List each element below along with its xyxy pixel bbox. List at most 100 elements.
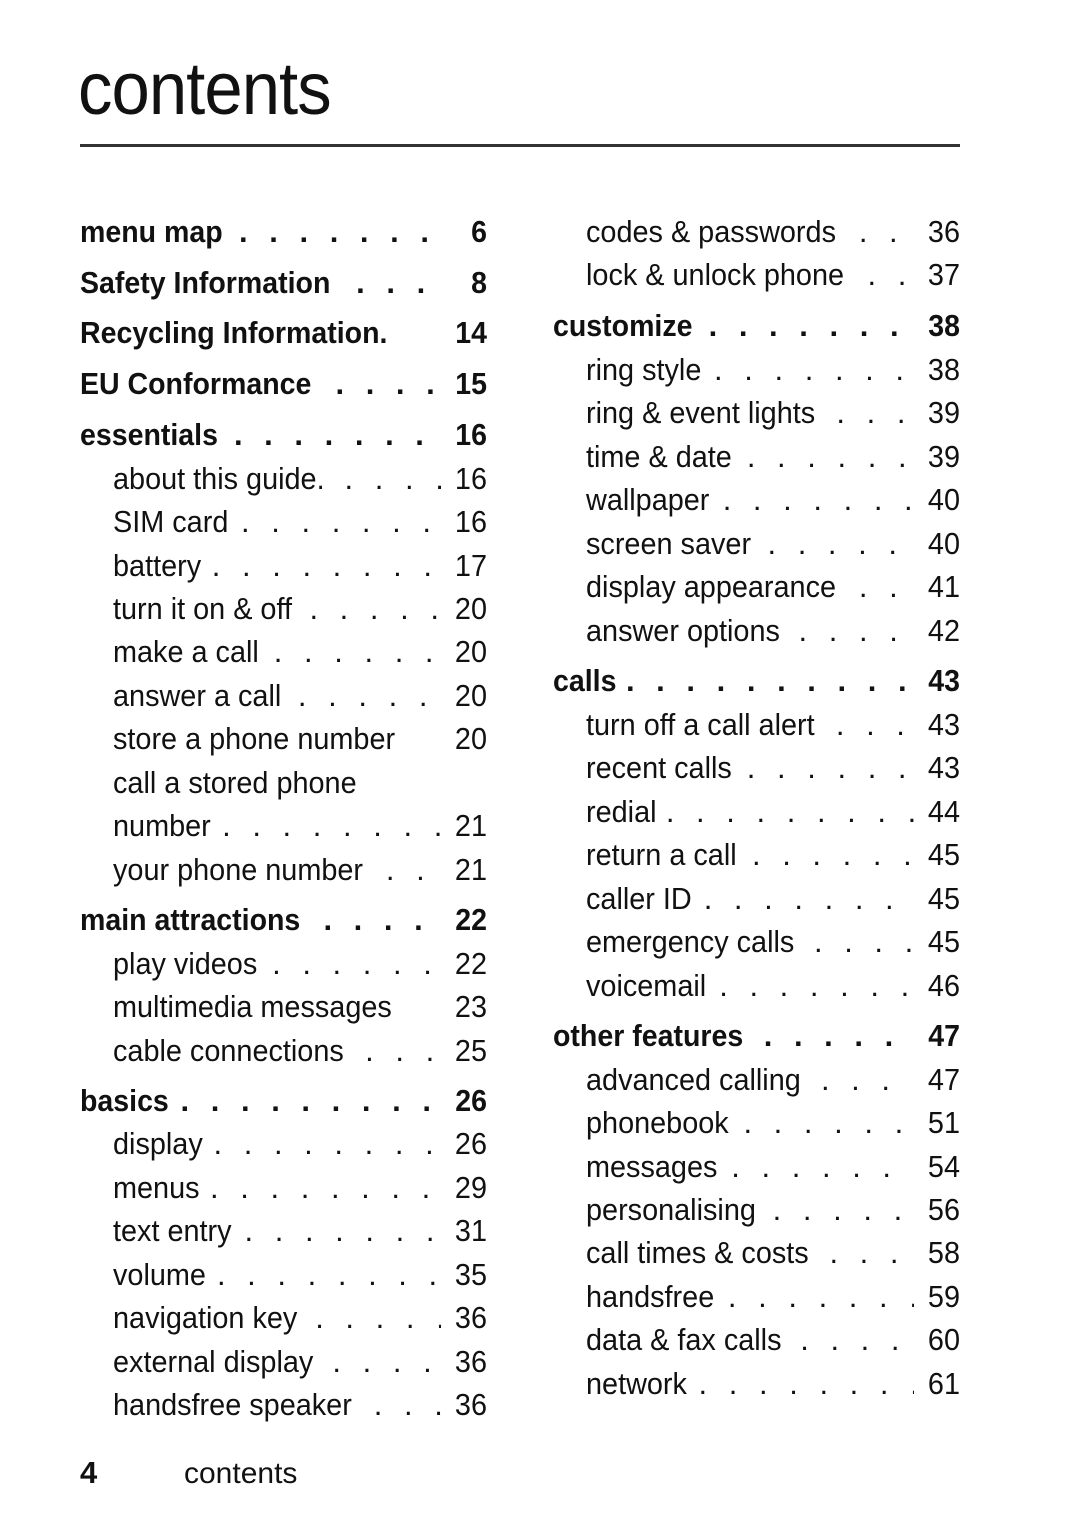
- toc-entry[interactable]: text entry . . . . . . . . . . . . . . . …: [80, 1211, 487, 1251]
- toc-entry[interactable]: emergency calls . . . . . . . . . . . . .…: [553, 922, 960, 962]
- toc-entry[interactable]: advanced calling . . . . . . . . . . . . …: [553, 1060, 960, 1100]
- dot-leader: . . . . . . . . . . . . . . . . . . . . …: [344, 461, 441, 496]
- toc-entry[interactable]: play videos . . . . . . . . . . . . . . .…: [80, 944, 487, 984]
- toc-page-number: 42: [927, 613, 960, 648]
- toc-section-heading[interactable]: EU Conformance . . . . . . . . . . . . . …: [80, 364, 487, 404]
- toc-section-heading[interactable]: essentials . . . . . . . . . . . . . . . …: [80, 415, 487, 455]
- toc-section-heading[interactable]: Safety Information . . . . . . . . . . . …: [80, 263, 487, 303]
- toc-entry[interactable]: wallpaper . . . . . . . . . . . . . . . .…: [553, 480, 960, 520]
- toc-entry-label: advanced calling: [586, 1062, 801, 1097]
- toc-entry-label: volume: [113, 1257, 206, 1292]
- toc-entry[interactable]: ring & event lights . . . . . . . . . . .…: [553, 393, 960, 433]
- toc-page-number: 35: [454, 1257, 487, 1292]
- toc-section-heading[interactable]: menu map . . . . . . . . . . . . . . . . …: [80, 212, 487, 252]
- toc-entry[interactable]: store a phone number. . . . . . . . . . …: [80, 719, 487, 759]
- toc-entry[interactable]: recent calls . . . . . . . . . . . . . . …: [553, 748, 960, 788]
- toc-entry[interactable]: voicemail . . . . . . . . . . . . . . . .…: [553, 966, 960, 1006]
- toc-entry[interactable]: messages . . . . . . . . . . . . . . . . …: [553, 1147, 960, 1187]
- toc-entry-label: play videos: [113, 946, 258, 981]
- toc-entry[interactable]: screen saver . . . . . . . . . . . . . . …: [553, 524, 960, 564]
- dot-leader: . . . . . . . . . . . . . . . . . . . . …: [332, 1344, 441, 1379]
- toc-entry[interactable]: ring style . . . . . . . . . . . . . . . …: [553, 350, 960, 390]
- toc-entry[interactable]: codes & passwords . . . . . . . . . . . .…: [553, 212, 960, 252]
- toc-entry[interactable]: caller ID . . . . . . . . . . . . . . . .…: [553, 879, 960, 919]
- toc-entry-label: turn off a call alert: [586, 707, 815, 742]
- toc-entry-label: call times & costs: [586, 1235, 809, 1270]
- toc-entry-label: data & fax calls: [586, 1322, 782, 1357]
- toc-entry[interactable]: turn it on & off . . . . . . . . . . . . …: [80, 589, 487, 629]
- dot-leader: . . . . . . . . . . . . . . . . . . . . …: [772, 1192, 914, 1227]
- toc-entry[interactable]: about this guide. . . . . . . . . . . . .…: [80, 459, 487, 499]
- toc-page-number: 20: [454, 678, 487, 713]
- toc-entry[interactable]: navigation key . . . . . . . . . . . . . …: [80, 1298, 487, 1338]
- toc-entry[interactable]: menus . . . . . . . . . . . . . . . . . .…: [80, 1168, 487, 1208]
- toc-entry[interactable]: call a stored phone. . . . . . . . . . .…: [80, 763, 487, 803]
- toc-entry-label: display appearance: [586, 569, 837, 604]
- toc-entry-label: navigation key: [113, 1300, 298, 1335]
- toc-entry[interactable]: lock & unlock phone . . . . . . . . . . .…: [553, 255, 960, 295]
- dot-leader: . . . . . . . . . . . . . . . . . . . . …: [180, 1083, 441, 1118]
- toc-entry[interactable]: phonebook . . . . . . . . . . . . . . . .…: [553, 1103, 960, 1143]
- toc-entry[interactable]: multimedia messages. . . . . . . . . . .…: [80, 987, 487, 1027]
- toc-entry[interactable]: return a call . . . . . . . . . . . . . .…: [553, 835, 960, 875]
- toc-page-number: 6: [471, 214, 487, 249]
- toc-entry[interactable]: personalising . . . . . . . . . . . . . .…: [553, 1190, 960, 1230]
- toc-page-number: 58: [927, 1235, 960, 1270]
- toc-entry-label: customize: [553, 308, 693, 343]
- toc-entry[interactable]: display appearance . . . . . . . . . . . …: [553, 567, 960, 607]
- toc-page-number: 47: [928, 1018, 960, 1053]
- toc-section-heading[interactable]: other features . . . . . . . . . . . . . …: [553, 1016, 960, 1056]
- toc-entry-label: essentials: [80, 417, 218, 452]
- toc-page-number: 29: [454, 1170, 487, 1205]
- toc-entry[interactable]: SIM card . . . . . . . . . . . . . . . . …: [80, 502, 487, 542]
- dot-leader: . . . . . . . . . . . . . . . . . . . . …: [272, 946, 441, 981]
- dot-leader: . . . . . . . . . . . . . . . . . . . . …: [273, 634, 441, 669]
- dot-leader: . . . . . . . . . . . . . . . . . . . . …: [722, 482, 914, 517]
- toc-entry-label: your phone number: [113, 852, 364, 887]
- toc-entry[interactable]: volume . . . . . . . . . . . . . . . . . …: [80, 1255, 487, 1295]
- toc-entry[interactable]: call times & costs . . . . . . . . . . . …: [553, 1233, 960, 1273]
- toc-entry[interactable]: battery . . . . . . . . . . . . . . . . .…: [80, 546, 487, 586]
- toc-entry[interactable]: data & fax calls . . . . . . . . . . . . …: [553, 1320, 960, 1360]
- toc-entry[interactable]: external display . . . . . . . . . . . . …: [80, 1342, 487, 1382]
- toc-entry[interactable]: time & date . . . . . . . . . . . . . . .…: [553, 437, 960, 477]
- toc-entry[interactable]: network . . . . . . . . . . . . . . . . .…: [553, 1364, 960, 1404]
- toc-entry[interactable]: number . . . . . . . . . . . . . . . . . …: [80, 806, 487, 846]
- toc-page-number: 15: [455, 366, 487, 401]
- toc-page-number: 16: [454, 504, 487, 539]
- toc-page-number: 21: [454, 808, 487, 843]
- toc-entry-label: recent calls: [586, 750, 732, 785]
- dot-leader: . . . . . . . . . . . . . . . . . . . . …: [731, 1149, 914, 1184]
- toc-entry[interactable]: answer options . . . . . . . . . . . . . …: [553, 611, 960, 651]
- toc-section-heading[interactable]: calls. . . . . . . . . . . . . . . . . .…: [553, 661, 960, 701]
- toc-entry[interactable]: cable connections . . . . . . . . . . . .…: [80, 1031, 487, 1071]
- toc-page-number: 43: [927, 750, 960, 785]
- toc-section-heading[interactable]: basics . . . . . . . . . . . . . . . . . …: [80, 1081, 487, 1121]
- toc-entry-label: main attractions: [80, 902, 301, 937]
- dot-leader: . . . . . . . . . . . . . . . . . . . . …: [233, 417, 441, 452]
- toc-page-number: 23: [454, 989, 487, 1024]
- dot-leader: . . . . . . . . . . . . . . . . . . . . …: [867, 257, 914, 292]
- toc-entry[interactable]: your phone number . . . . . . . . . . . .…: [80, 850, 487, 890]
- toc-entry[interactable]: answer a call . . . . . . . . . . . . . .…: [80, 676, 487, 716]
- toc-entry[interactable]: handsfree speaker . . . . . . . . . . . .…: [80, 1385, 487, 1425]
- dot-leader: . . . . . . . . . . . . . . . . . . . . …: [211, 548, 441, 583]
- toc-page-number: 56: [927, 1192, 960, 1227]
- toc-entry[interactable]: display . . . . . . . . . . . . . . . . .…: [80, 1124, 487, 1164]
- toc-section-heading[interactable]: Recycling Information.. . . . . . . . . …: [80, 313, 487, 353]
- toc-entry-label: store a phone number: [113, 721, 396, 756]
- title-divider: [80, 144, 960, 147]
- toc-entry-label: number: [113, 808, 211, 843]
- toc-page-number: 59: [927, 1279, 960, 1314]
- dot-leader: . . . . . . . . . . . . . . . . . . . . …: [365, 1033, 441, 1068]
- toc-entry[interactable]: turn off a call alert . . . . . . . . . .…: [553, 705, 960, 745]
- toc-page-number: 38: [928, 308, 960, 343]
- toc-entry[interactable]: handsfree . . . . . . . . . . . . . . . .…: [553, 1277, 960, 1317]
- toc-entry[interactable]: make a call . . . . . . . . . . . . . . .…: [80, 632, 487, 672]
- toc-section-heading[interactable]: customize . . . . . . . . . . . . . . . .…: [553, 306, 960, 346]
- toc-entry[interactable]: redial. . . . . . . . . . . . . . . . . …: [553, 792, 960, 832]
- dot-leader: . . . . . . . . . . . . . . . . . . . . …: [665, 794, 914, 829]
- dot-leader: . . . . . . . . . . . . . . . . . . . . …: [836, 395, 914, 430]
- toc-page-number: 44: [927, 794, 960, 829]
- toc-section-heading[interactable]: main attractions . . . . . . . . . . . . …: [80, 900, 487, 940]
